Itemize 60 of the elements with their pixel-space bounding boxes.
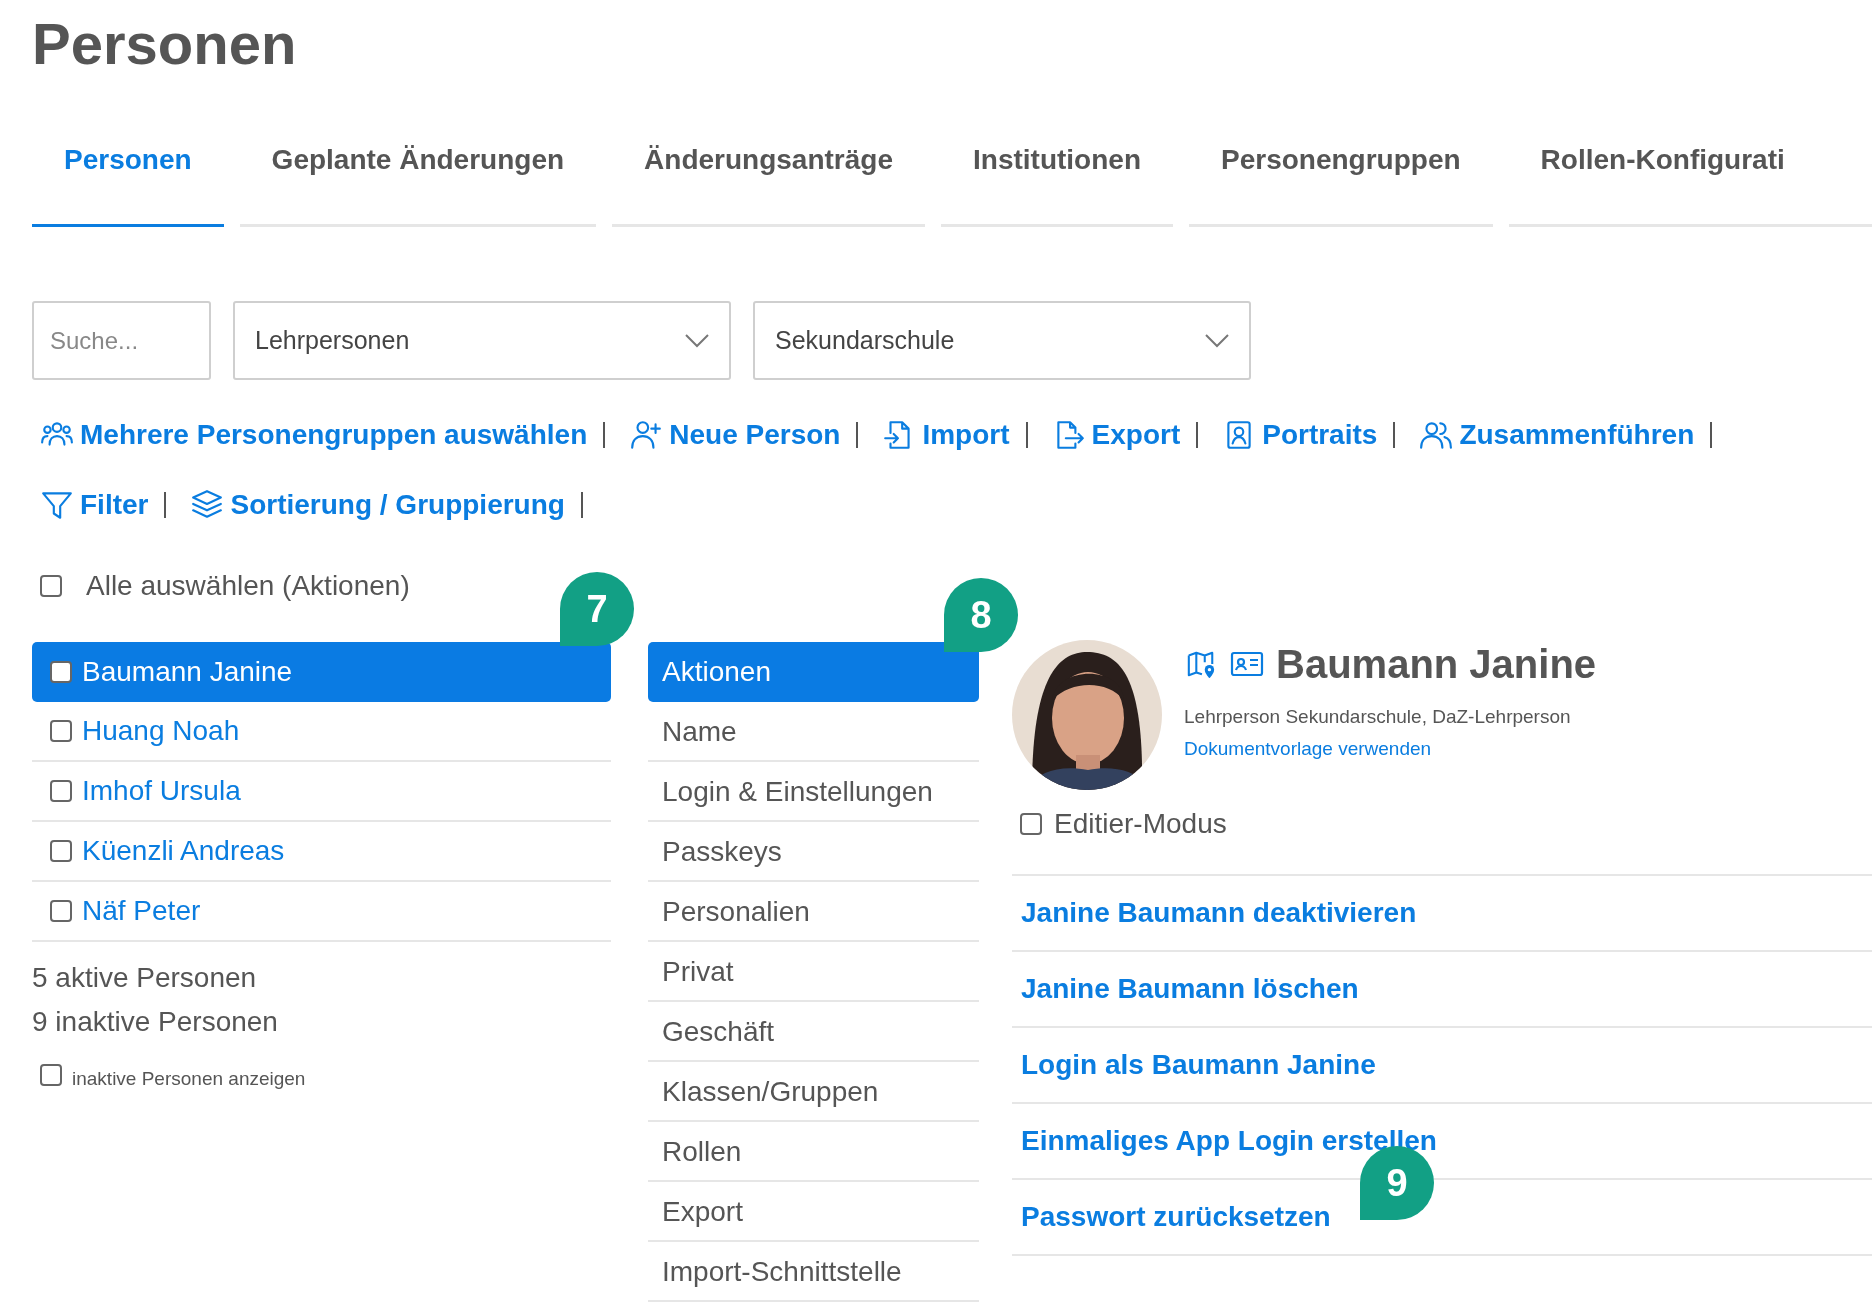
template-link[interactable]: Dokumentvorlage verwenden [1184, 732, 1597, 766]
checkbox-label: inaktive Personen anzeigen [72, 1068, 306, 1090]
person-list-item[interactable]: Baumann Janine [32, 642, 611, 702]
checkbox[interactable] [40, 1064, 62, 1086]
section-list-item[interactable]: Geschäft [648, 1002, 979, 1062]
checkbox-label: Alle auswählen (Aktionen) [86, 570, 410, 602]
step-marker: 7 [560, 572, 634, 646]
step-marker: 8 [944, 578, 1018, 652]
person-name: Baumann Janine [1276, 641, 1597, 687]
toolbar-link[interactable]: Zusammenführen [1419, 418, 1695, 452]
id-card-icon[interactable] [1230, 649, 1264, 679]
checkbox[interactable] [1020, 813, 1042, 835]
section-list-item[interactable]: Privat [648, 942, 979, 1002]
person-list-item[interactable]: Küenzli Andreas [32, 822, 611, 882]
toolbar-link[interactable]: Mehrere Personengruppen auswählen [40, 418, 588, 452]
action-link[interactable]: Passwort zurücksetzen [1021, 1201, 1331, 1233]
section-list-item[interactable]: Aktionen [648, 642, 979, 702]
action-link[interactable]: Login als Baumann Janine [1021, 1049, 1376, 1081]
page-title: Personen [32, 10, 298, 78]
toolbar-link[interactable]: Import [882, 418, 1010, 452]
tab[interactable]: Geplante Änderungen [239, 124, 597, 227]
checkbox[interactable] [50, 661, 72, 683]
dropdown[interactable]: Lehrpersonen [233, 301, 731, 380]
section-list-item[interactable]: Name [648, 702, 979, 762]
tab[interactable]: Personen [32, 124, 224, 227]
tab[interactable]: Rollen-Konfigurati [1508, 124, 1872, 227]
chevron-down-icon [1205, 333, 1229, 348]
action-link[interactable]: Janine Baumann deaktivieren [1021, 897, 1417, 929]
dropdown[interactable]: Sekundarschule [753, 301, 1251, 380]
action-link[interactable]: Janine Baumann löschen [1021, 973, 1359, 1005]
section-list-item[interactable]: Klassen/Gruppen [648, 1062, 979, 1122]
toolbar-link[interactable]: Neue Person [629, 418, 841, 452]
section-list-item[interactable]: Rollen [648, 1122, 979, 1182]
checkbox[interactable] [50, 900, 72, 922]
tab[interactable]: Personengruppen [1189, 124, 1493, 227]
checkbox-label: Editier-Modus [1054, 808, 1227, 840]
person-list-item[interactable]: Huang Noah [32, 702, 611, 762]
section-list-item[interactable]: Export [648, 1182, 979, 1242]
person-list-item[interactable]: Imhof Ursula [32, 762, 611, 822]
person-list-item[interactable]: Näf Peter [32, 882, 611, 942]
tab[interactable]: Institutionen [941, 124, 1173, 227]
toolbar-link[interactable]: Export [1051, 418, 1181, 452]
section-list-item[interactable]: Login & Einstellungen [648, 762, 979, 822]
section-list-item[interactable]: Personalien [648, 882, 979, 942]
tab[interactable]: Änderungsanträge [612, 124, 925, 227]
person-add-icon [629, 418, 664, 452]
count-text: 9 inaktive Personen [32, 1005, 279, 1039]
checkbox[interactable] [50, 840, 72, 862]
section-list-item[interactable]: Import-Schnittstelle [648, 1242, 979, 1302]
chevron-down-icon [685, 333, 709, 348]
checkbox[interactable] [40, 575, 62, 597]
toolbar-link[interactable]: Portraits [1222, 418, 1378, 452]
section-list-item[interactable]: Passkeys [648, 822, 979, 882]
toolbar-link[interactable]: Filter [40, 488, 149, 522]
checkbox[interactable] [50, 720, 72, 742]
toolbar-link[interactable]: Sortierung / Gruppierung [190, 488, 565, 522]
person-roles: Lehrperson Sekundarschule, DaZ-Lehrperson [1184, 705, 1572, 729]
count-text: 5 aktive Personen [32, 961, 258, 995]
search-field[interactable]: Suche... [32, 301, 211, 380]
checkbox[interactable] [50, 780, 72, 802]
